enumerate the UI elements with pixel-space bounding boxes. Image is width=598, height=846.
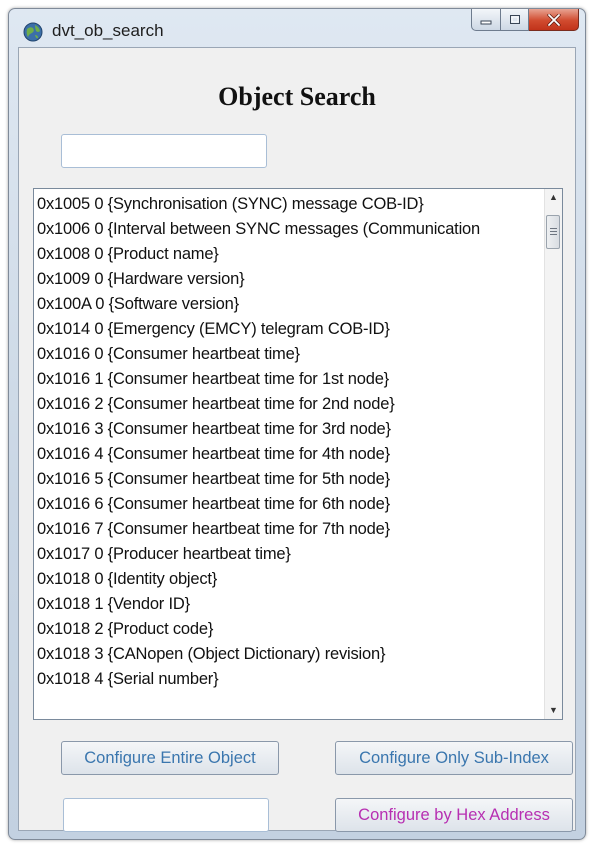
list-item[interactable]: 0x1009 0 {Hardware version} [34, 267, 545, 292]
configure-entire-object-button[interactable]: Configure Entire Object [61, 741, 279, 775]
window-controls [471, 9, 579, 33]
list-item[interactable]: 0x1016 4 {Consumer heartbeat time for 4t… [34, 442, 545, 467]
configure-sub-index-button[interactable]: Configure Only Sub-Index [335, 741, 573, 775]
object-list-items: 0x1005 0 {Synchronisation (SYNC) message… [34, 189, 545, 719]
minimize-icon [480, 20, 492, 24]
maximize-icon [509, 15, 520, 24]
list-item[interactable]: 0x1018 1 {Vendor ID} [34, 592, 545, 617]
scroll-thumb[interactable] [546, 215, 560, 249]
list-item[interactable]: 0x1016 7 {Consumer heartbeat time for 7t… [34, 517, 545, 542]
list-item[interactable]: 0x1005 0 {Synchronisation (SYNC) message… [34, 192, 545, 217]
list-item[interactable]: 0x1014 0 {Emergency (EMCY) telegram COB-… [34, 317, 545, 342]
configure-by-hex-address-button[interactable]: Configure by Hex Address [335, 798, 573, 832]
list-item[interactable]: 0x1018 4 {Serial number} [34, 667, 545, 692]
close-icon [546, 13, 561, 26]
list-item[interactable]: 0x1018 3 {CANopen (Object Dictionary) re… [34, 642, 545, 667]
scroll-up-arrow-icon[interactable]: ▲ [545, 189, 562, 206]
list-item[interactable]: 0x100A 0 {Software version} [34, 292, 545, 317]
page-title: Object Search [218, 82, 376, 111]
list-item[interactable]: 0x1018 2 {Product code} [34, 617, 545, 642]
app-window: dvt_ob_search Object Search 0x1005 0 {Sy… [8, 8, 586, 840]
hex-address-input[interactable] [63, 798, 269, 832]
list-item[interactable]: 0x1016 2 {Consumer heartbeat time for 2n… [34, 392, 545, 417]
client-area: Object Search 0x1005 0 {Synchronisation … [18, 47, 576, 832]
object-list[interactable]: 0x1005 0 {Synchronisation (SYNC) message… [33, 188, 563, 720]
minimize-button[interactable] [471, 9, 501, 31]
list-item[interactable]: 0x1016 5 {Consumer heartbeat time for 5t… [34, 467, 545, 492]
list-item[interactable]: 0x1016 0 {Consumer heartbeat time} [34, 342, 545, 367]
list-item[interactable]: 0x1016 6 {Consumer heartbeat time for 6t… [34, 492, 545, 517]
globe-icon [23, 22, 43, 42]
list-item[interactable]: 0x1018 0 {Identity object} [34, 567, 545, 592]
search-input[interactable] [61, 134, 267, 168]
list-item[interactable]: 0x1008 0 {Product name} [34, 242, 545, 267]
maximize-button[interactable] [501, 9, 529, 31]
list-item[interactable]: 0x1017 0 {Producer heartbeat time} [34, 542, 545, 567]
list-item[interactable]: 0x1016 1 {Consumer heartbeat time for 1s… [34, 367, 545, 392]
window-title: dvt_ob_search [52, 21, 164, 40]
vertical-scrollbar[interactable]: ▲ ▼ [544, 189, 562, 719]
close-button[interactable] [529, 9, 579, 31]
scroll-down-arrow-icon[interactable]: ▼ [545, 702, 562, 719]
list-item[interactable]: 0x1016 3 {Consumer heartbeat time for 3r… [34, 417, 545, 442]
list-item[interactable]: 0x1006 0 {Interval between SYNC messages… [34, 217, 545, 242]
title-bar[interactable]: dvt_ob_search [9, 9, 585, 47]
